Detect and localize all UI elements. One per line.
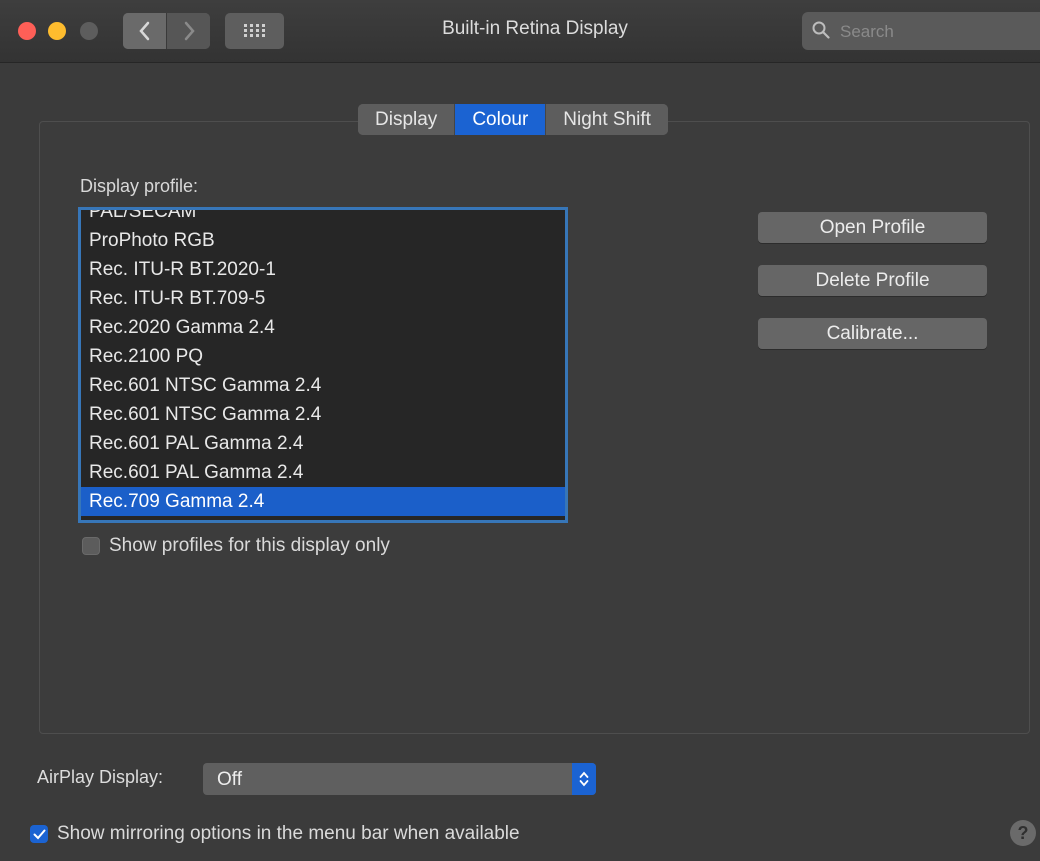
minimize-window-button[interactable]: [48, 22, 66, 40]
list-item-selected[interactable]: Rec.709 Gamma 2.4: [81, 487, 565, 516]
show-all-button[interactable]: [225, 13, 284, 49]
tab-colour[interactable]: Colour: [454, 104, 546, 135]
tab-night-shift[interactable]: Night Shift: [545, 104, 668, 135]
forward-icon: [184, 21, 195, 41]
close-window-button[interactable]: [18, 22, 36, 40]
list-item[interactable]: Rec.601 NTSC Gamma 2.4: [81, 400, 565, 429]
stepper-icon: [579, 771, 589, 787]
show-profiles-option: Show profiles for this display only: [82, 535, 390, 557]
tab-display[interactable]: Display: [358, 104, 455, 135]
search-input[interactable]: [838, 19, 1032, 45]
airplay-select[interactable]: Off: [203, 763, 596, 795]
list-item[interactable]: PAL/SECAM: [81, 210, 565, 226]
mirroring-checkbox[interactable]: [30, 825, 48, 843]
list-item[interactable]: Rec.601 PAL Gamma 2.4: [81, 429, 565, 458]
help-icon: ?: [1017, 822, 1029, 843]
delete-profile-button[interactable]: Delete Profile: [758, 265, 987, 296]
list-item[interactable]: ProPhoto RGB: [81, 226, 565, 255]
list-item[interactable]: Rec.2100 PQ: [81, 342, 565, 371]
mirroring-label[interactable]: Show mirroring options in the menu bar w…: [57, 823, 520, 845]
grid-icon: [243, 24, 265, 37]
search-icon: [812, 21, 830, 39]
list-item[interactable]: Rec.2020 Gamma 2.4: [81, 313, 565, 342]
title-bar: Built-in Retina Display: [0, 0, 1040, 63]
airplay-stepper[interactable]: [572, 763, 596, 795]
forward-button[interactable]: [167, 13, 210, 49]
list-item[interactable]: Rec. ITU-R BT.2020-1: [81, 255, 565, 284]
display-profile-label: Display profile:: [80, 176, 199, 196]
back-button[interactable]: [123, 13, 166, 49]
list-item[interactable]: Rec.601 PAL Gamma 2.4: [81, 458, 565, 487]
show-profiles-checkbox[interactable]: [82, 537, 100, 555]
search-field[interactable]: [802, 12, 1040, 50]
window-title: Built-in Retina Display: [442, 18, 628, 39]
list-item[interactable]: Rec. ITU-R BT.709-5: [81, 284, 565, 313]
mirroring-option: Show mirroring options in the menu bar w…: [30, 823, 520, 845]
help-button[interactable]: ?: [1010, 820, 1036, 846]
back-icon: [138, 21, 149, 41]
airplay-value: Off: [217, 769, 242, 790]
display-profile-list[interactable]: PAL/SECAM ProPhoto RGB Rec. ITU-R BT.202…: [78, 207, 568, 523]
calibrate-button[interactable]: Calibrate...: [758, 318, 987, 349]
tab-bar: Display Colour Night Shift: [358, 104, 668, 135]
show-profiles-label[interactable]: Show profiles for this display only: [109, 535, 390, 557]
list-item[interactable]: Rec.601 NTSC Gamma 2.4: [81, 371, 565, 400]
checkmark-icon: [33, 829, 45, 839]
airplay-label: AirPlay Display:: [37, 767, 164, 787]
zoom-window-button[interactable]: [80, 22, 98, 40]
nav-button-group: [123, 13, 210, 49]
open-profile-button[interactable]: Open Profile: [758, 212, 987, 243]
